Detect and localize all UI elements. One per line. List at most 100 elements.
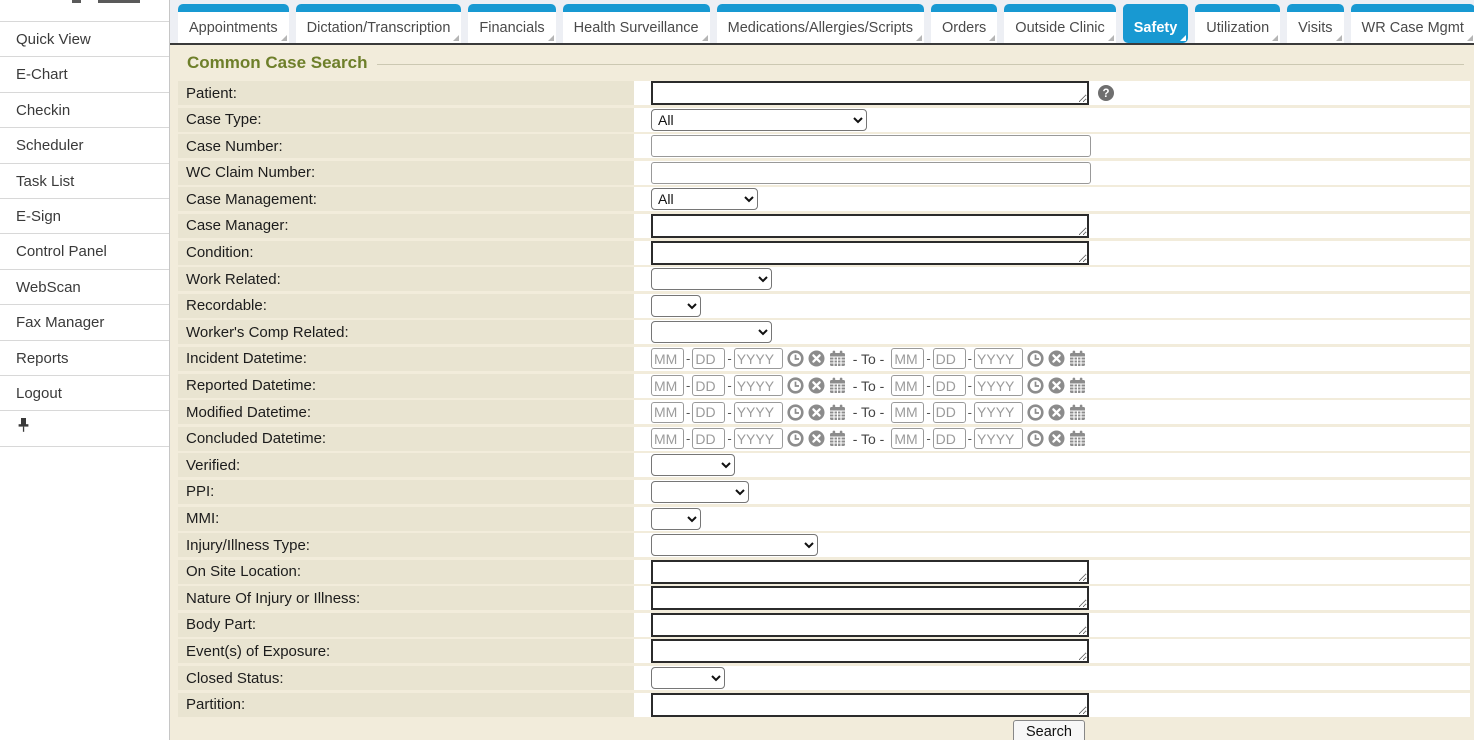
- calendar-icon[interactable]: [829, 404, 846, 421]
- clock-icon[interactable]: [787, 350, 804, 367]
- concluded-datetime-to-dd-field[interactable]: [933, 428, 966, 449]
- reported-datetime-from-mm-field[interactable]: [651, 375, 684, 396]
- sidebar-item-reports[interactable]: Reports: [0, 341, 169, 376]
- clear-icon[interactable]: [1048, 404, 1065, 421]
- tab-dictation-transcription[interactable]: Dictation/Transcription: [296, 4, 462, 43]
- modified-datetime-to-mm-field[interactable]: [891, 402, 924, 423]
- clear-icon[interactable]: [808, 377, 825, 394]
- clock-icon[interactable]: [1027, 377, 1044, 394]
- calendar-icon[interactable]: [1069, 350, 1086, 367]
- concluded-datetime-from-dd-field[interactable]: [692, 428, 725, 449]
- clear-icon[interactable]: [1048, 350, 1065, 367]
- concluded-datetime-to-yyyy-field[interactable]: [974, 428, 1023, 449]
- clock-icon[interactable]: [787, 377, 804, 394]
- sidebar-item-logout[interactable]: Logout: [0, 376, 169, 411]
- clear-icon[interactable]: [808, 404, 825, 421]
- concluded-datetime-from-yyyy-field[interactable]: [734, 428, 783, 449]
- case-number-field[interactable]: [651, 135, 1091, 157]
- tab-orders[interactable]: Orders: [931, 4, 997, 43]
- incident-datetime-from-dd-field[interactable]: [692, 348, 725, 369]
- tab-medications-allergies-scripts[interactable]: Medications/Allergies/Scripts: [717, 4, 924, 43]
- incident-datetime-from-mm-field[interactable]: [651, 348, 684, 369]
- form-title: Common Case Search: [187, 53, 367, 73]
- injury-illness-type-select[interactable]: [651, 534, 818, 556]
- sidebar-item-fax-manager[interactable]: Fax Manager: [0, 305, 169, 340]
- concluded-datetime-from-mm-field[interactable]: [651, 428, 684, 449]
- clock-icon[interactable]: [1027, 404, 1044, 421]
- worker-s-comp-related-select[interactable]: [651, 321, 772, 343]
- calendar-icon[interactable]: [829, 377, 846, 394]
- sidebar-item-scheduler[interactable]: Scheduler: [0, 128, 169, 163]
- condition-field[interactable]: [651, 241, 1089, 265]
- clear-icon[interactable]: [1048, 377, 1065, 394]
- recordable-select[interactable]: [651, 295, 701, 317]
- calendar-icon[interactable]: [1069, 404, 1086, 421]
- search-button[interactable]: Search: [1013, 720, 1085, 740]
- calendar-icon[interactable]: [1069, 430, 1086, 447]
- verified-select[interactable]: [651, 454, 735, 476]
- closed-status-select[interactable]: [651, 667, 725, 689]
- sidebar-item-control-panel[interactable]: Control Panel: [0, 234, 169, 269]
- tab-appointments[interactable]: Appointments: [178, 4, 289, 43]
- sidebar-item-webscan[interactable]: WebScan: [0, 270, 169, 305]
- tab-safety[interactable]: Safety: [1123, 4, 1189, 43]
- modified-datetime-from-yyyy-field[interactable]: [734, 402, 783, 423]
- tab-visits[interactable]: Visits: [1287, 4, 1343, 43]
- on-site-location-field[interactable]: [651, 560, 1089, 584]
- reported-datetime-from-dd-field[interactable]: [692, 375, 725, 396]
- tab-wr-case-mgmt[interactable]: WR Case Mgmt: [1351, 4, 1474, 43]
- patient-field[interactable]: [651, 81, 1089, 105]
- field-label-case-manager: Case Manager:: [178, 214, 634, 238]
- reported-datetime-to-mm-field[interactable]: [891, 375, 924, 396]
- help-icon[interactable]: ?: [1098, 85, 1114, 101]
- form-row-wc-claim-number: WC Claim Number:: [178, 161, 1470, 185]
- clock-icon[interactable]: [1027, 430, 1044, 447]
- sidebar-item-checkin[interactable]: Checkin: [0, 93, 169, 128]
- incident-datetime-to-dd-field[interactable]: [933, 348, 966, 369]
- body-part-field[interactable]: [651, 613, 1089, 637]
- case-type-select[interactable]: All: [651, 109, 867, 131]
- incident-datetime-to-mm-field[interactable]: [891, 348, 924, 369]
- tab-health-surveillance[interactable]: Health Surveillance: [563, 4, 710, 43]
- modified-datetime-to-yyyy-field[interactable]: [974, 402, 1023, 423]
- tab-utilization[interactable]: Utilization: [1195, 4, 1280, 43]
- pin-sidebar-button[interactable]: [0, 411, 169, 446]
- incident-datetime-to-yyyy-field[interactable]: [974, 348, 1023, 369]
- clear-icon[interactable]: [1048, 430, 1065, 447]
- concluded-datetime-to-mm-field[interactable]: [891, 428, 924, 449]
- field-label-modified-datetime: Modified Datetime:: [178, 400, 634, 424]
- modified-datetime-from-dd-field[interactable]: [692, 402, 725, 423]
- sidebar-item-quick-view[interactable]: Quick View: [0, 22, 169, 57]
- modified-datetime-from-mm-field[interactable]: [651, 402, 684, 423]
- sidebar-item-e-sign[interactable]: E-Sign: [0, 199, 169, 234]
- tab-outside-clinic[interactable]: Outside Clinic: [1004, 4, 1115, 43]
- tab-financials[interactable]: Financials: [468, 4, 555, 43]
- sidebar-nav: Quick ViewE-ChartCheckinSchedulerTask Li…: [0, 22, 169, 411]
- calendar-icon[interactable]: [1069, 377, 1086, 394]
- field-cell-closed-status: [634, 666, 1470, 690]
- sidebar-item-e-chart[interactable]: E-Chart: [0, 57, 169, 92]
- reported-datetime-from-yyyy-field[interactable]: [734, 375, 783, 396]
- clock-icon[interactable]: [787, 404, 804, 421]
- calendar-icon[interactable]: [829, 430, 846, 447]
- clock-icon[interactable]: [1027, 350, 1044, 367]
- form-row-condition: Condition:: [178, 241, 1470, 265]
- modified-datetime-to-dd-field[interactable]: [933, 402, 966, 423]
- case-manager-field[interactable]: [651, 214, 1089, 238]
- clear-icon[interactable]: [808, 430, 825, 447]
- calendar-icon[interactable]: [829, 350, 846, 367]
- reported-datetime-to-yyyy-field[interactable]: [974, 375, 1023, 396]
- incident-datetime-from-yyyy-field[interactable]: [734, 348, 783, 369]
- ppi-select[interactable]: [651, 481, 749, 503]
- reported-datetime-to-dd-field[interactable]: [933, 375, 966, 396]
- sidebar-item-task-list[interactable]: Task List: [0, 164, 169, 199]
- nature-of-injury-or-illness-field[interactable]: [651, 586, 1089, 610]
- work-related-select[interactable]: [651, 268, 772, 290]
- event-s-of-exposure-field[interactable]: [651, 639, 1089, 663]
- case-management-select[interactable]: All: [651, 188, 758, 210]
- mmi-select[interactable]: [651, 508, 701, 530]
- clear-icon[interactable]: [808, 350, 825, 367]
- clock-icon[interactable]: [787, 430, 804, 447]
- partition-field[interactable]: [651, 693, 1089, 717]
- wc-claim-number-field[interactable]: [651, 162, 1091, 184]
